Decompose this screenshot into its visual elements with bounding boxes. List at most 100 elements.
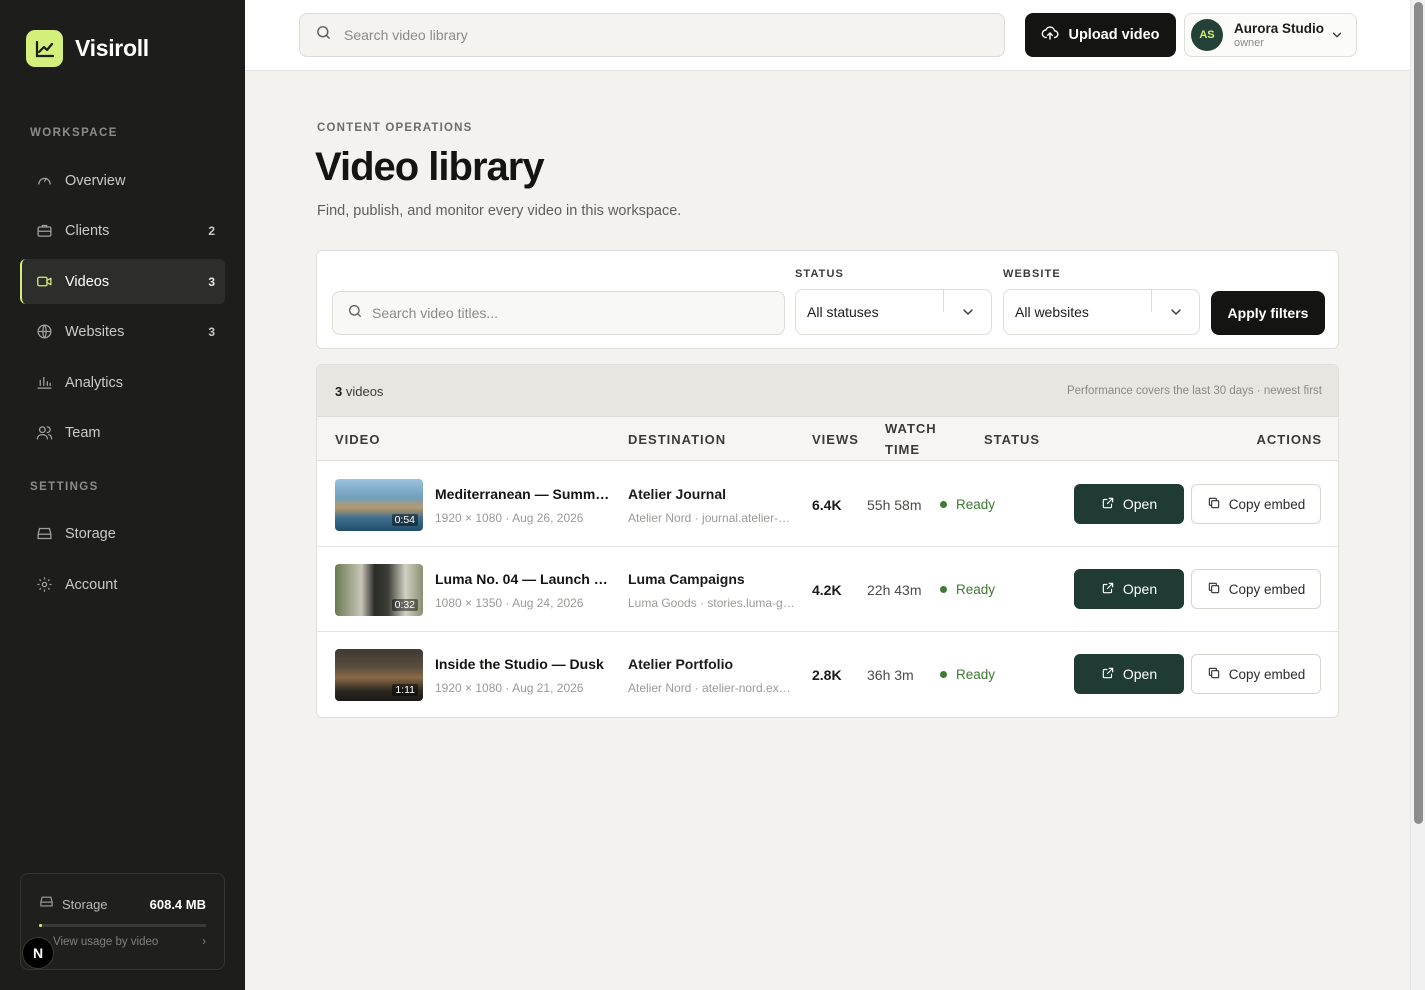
title-search-input[interactable]	[372, 305, 752, 321]
copy-embed-button[interactable]: Copy embed	[1191, 569, 1321, 609]
storage-usage-link[interactable]: View usage by video ›	[39, 936, 206, 948]
column-header-destination: DESTINATION	[628, 432, 727, 447]
performance-note: Performance covers the last 30 days · ne…	[1066, 385, 1322, 397]
table-row[interactable]: 1:11 Inside the Studio — Dusk 1920 × 108…	[317, 632, 1338, 717]
brand[interactable]: Visiroll	[26, 30, 149, 67]
open-label: Open	[1122, 666, 1158, 682]
video-thumbnail[interactable]: 0:54	[335, 479, 423, 531]
select-divider	[943, 290, 944, 312]
page-title: Video library	[315, 145, 545, 189]
column-header-actions: ACTIONS	[1256, 432, 1322, 447]
open-button[interactable]: Open	[1074, 569, 1184, 609]
chevron-right-icon: ›	[202, 936, 206, 948]
sidebar-item-label: Videos	[65, 273, 110, 290]
brand-logo-icon	[26, 30, 63, 67]
copy-embed-button[interactable]: Copy embed	[1191, 654, 1321, 694]
views-value: 2.8K	[812, 667, 842, 683]
globe-icon	[35, 323, 53, 341]
status-label: Ready	[956, 582, 996, 597]
destination-name: Luma Campaigns	[628, 571, 745, 587]
storage-usage-fill	[39, 924, 43, 927]
library-search[interactable]	[299, 13, 1005, 57]
destination-meta: Atelier Nord · journal.atelier-nord.exam…	[628, 511, 796, 525]
sidebar-item-videos[interactable]: Videos 3	[20, 259, 225, 304]
video-count-suffix: videos	[342, 384, 384, 399]
hard-drive-icon	[35, 525, 53, 543]
open-button[interactable]: Open	[1074, 484, 1184, 524]
video-thumbnail[interactable]: 0:32	[335, 564, 423, 616]
apply-filters-button[interactable]: Apply filters	[1211, 291, 1325, 335]
sidebar-item-count: 3	[208, 274, 215, 289]
status-dot-icon	[940, 671, 947, 678]
external-link-icon	[1101, 666, 1115, 683]
status-filter-label: STATUS	[795, 268, 844, 280]
status-select[interactable]: All statuses	[795, 289, 992, 335]
sidebar-item-count: 3	[208, 324, 215, 339]
sidebar-item-team[interactable]: Team	[20, 410, 225, 455]
views-value: 4.2K	[812, 582, 842, 598]
copy-icon	[1207, 496, 1221, 513]
watch-time-value: 36h 3m	[867, 667, 914, 683]
scrollbar-thumb[interactable]	[1414, 2, 1423, 824]
users-icon	[35, 424, 53, 442]
video-title[interactable]: Luma No. 04 — Launch Story	[435, 571, 611, 587]
video-meta: 1920 × 1080 · Aug 26, 2026	[435, 511, 584, 525]
brand-name: Visiroll	[75, 35, 149, 61]
video-meta: 1080 × 1350 · Aug 24, 2026	[435, 596, 584, 610]
sidebar-item-overview[interactable]: Overview	[20, 158, 225, 203]
sidebar-item-label: Clients	[65, 222, 110, 239]
status-label: Ready	[956, 667, 996, 682]
video-title[interactable]: Mediterranean — Summer Coastline	[435, 486, 611, 502]
status-dot-icon	[940, 501, 947, 508]
sidebar-item-analytics[interactable]: Analytics	[20, 360, 225, 405]
sidebar-item-clients[interactable]: Clients 2	[20, 208, 225, 253]
video-title[interactable]: Inside the Studio — Dusk	[435, 656, 611, 672]
search-icon	[347, 303, 363, 324]
sidebar-item-websites[interactable]: Websites 3	[20, 309, 225, 354]
video-thumbnail[interactable]: 1:11	[335, 649, 423, 701]
sidebar-item-account[interactable]: Account	[20, 562, 225, 607]
title-search[interactable]	[332, 291, 785, 335]
destination-name: Atelier Journal	[628, 486, 727, 502]
hard-drive-icon	[39, 894, 54, 914]
status-select-value: All statuses	[807, 304, 879, 320]
destination-meta: Atelier Nord · atelier-nord.example	[628, 681, 796, 695]
storage-usage-bar	[39, 924, 206, 927]
gauge-icon	[35, 172, 53, 190]
external-link-icon	[1101, 496, 1115, 513]
upload-video-label: Upload video	[1068, 27, 1160, 43]
copy-embed-button[interactable]: Copy embed	[1191, 484, 1321, 524]
video-count: 3 videos	[335, 384, 383, 399]
dev-tools-badge[interactable]: N	[22, 937, 54, 969]
views-value: 6.4K	[812, 497, 842, 513]
storage-label: Storage	[62, 896, 108, 912]
sidebar: Visiroll WORKSPACE Overview Clients 2 Vi…	[0, 0, 245, 990]
website-select[interactable]: All websites	[1003, 289, 1200, 335]
table-row[interactable]: 0:54 Mediterranean — Summer Coastline 19…	[317, 462, 1338, 547]
watch-time-value: 55h 58m	[867, 497, 922, 513]
sidebar-item-label: Storage	[65, 525, 116, 542]
status-dot-icon	[940, 586, 947, 593]
column-header-watch-time-line2: TIME	[885, 442, 921, 457]
sidebar-item-label: Team	[65, 424, 101, 441]
sidebar-item-storage[interactable]: Storage	[20, 511, 225, 556]
table-row[interactable]: 0:32 Luma No. 04 — Launch Story 1080 × 1…	[317, 547, 1338, 632]
chevron-down-icon	[1168, 304, 1184, 325]
video-camera-icon	[35, 273, 53, 291]
open-button[interactable]: Open	[1074, 654, 1184, 694]
status-badge: Ready	[940, 582, 995, 597]
workspace-section-label: WORKSPACE	[30, 127, 118, 139]
gear-icon	[35, 576, 53, 594]
status-badge: Ready	[940, 667, 995, 682]
destination-name: Atelier Portfolio	[628, 656, 734, 672]
account-name: Aurora Studio	[1234, 21, 1324, 36]
page-subtitle: Find, publish, and monitor every video i…	[317, 203, 682, 219]
video-meta: 1920 × 1080 · Aug 21, 2026	[435, 681, 584, 695]
settings-section-label: SETTINGS	[30, 481, 99, 493]
account-role: owner	[1234, 37, 1264, 49]
copy-icon	[1207, 666, 1221, 683]
library-search-input[interactable]	[344, 27, 944, 43]
page-scrollbar[interactable]	[1410, 0, 1425, 990]
upload-video-button[interactable]: Upload video	[1025, 13, 1176, 57]
account-menu[interactable]: AS Aurora Studio owner	[1184, 13, 1357, 57]
